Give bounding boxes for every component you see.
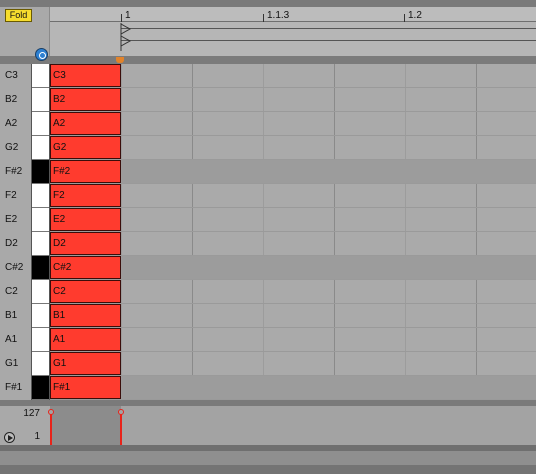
grid-row[interactable] — [50, 88, 536, 112]
midi-note[interactable]: E2 — [50, 208, 121, 231]
note-name-label: E2 — [5, 214, 18, 225]
marker-line-1 — [121, 28, 536, 29]
grid-row[interactable] — [50, 112, 536, 136]
grid-row[interactable] — [50, 280, 536, 304]
playhead-marker[interactable] — [116, 57, 124, 63]
velocity-clip-region — [50, 406, 121, 445]
white-piano-key[interactable] — [32, 136, 49, 160]
white-piano-key[interactable] — [32, 64, 49, 88]
fold-button[interactable]: Fold — [5, 9, 32, 22]
black-piano-key[interactable] — [32, 376, 49, 400]
ruler-tick-1-1-3 — [263, 14, 264, 22]
header-divider — [0, 56, 536, 64]
midi-note[interactable]: C3 — [50, 64, 121, 87]
marker-line-2 — [121, 40, 536, 41]
note-name-label: F#1 — [5, 382, 23, 393]
midi-note[interactable]: B2 — [50, 88, 121, 111]
midi-note[interactable]: G1 — [50, 352, 121, 375]
grid-row[interactable] — [50, 208, 536, 232]
note-name-label: C2 — [5, 286, 18, 297]
ruler-label-1-1-3: 1.1.3 — [267, 10, 290, 21]
ruler-label-1-2: 1.2 — [408, 10, 422, 21]
grid-row[interactable] — [50, 64, 536, 88]
velocity-max-label: 127 — [23, 408, 40, 419]
midi-note[interactable]: F#2 — [50, 160, 121, 183]
velocity-stem[interactable] — [50, 412, 52, 445]
note-name-label: C3 — [5, 70, 18, 81]
note-name-column: C3 B2 A2 G2 F#2 F2 E2 D2 C#2 C2 B1 A1 G1 F#1 — [0, 64, 31, 400]
preview-toggle-icon[interactable] — [35, 48, 48, 61]
grid-row[interactable] — [50, 328, 536, 352]
midi-note[interactable]: C#2 — [50, 256, 121, 279]
white-piano-key[interactable] — [32, 304, 49, 328]
velocity-handle[interactable] — [48, 409, 54, 415]
white-piano-key[interactable] — [32, 280, 49, 304]
start-marker-icon[interactable] — [120, 23, 132, 51]
midi-note[interactable]: C2 — [50, 280, 121, 303]
midi-note[interactable]: F2 — [50, 184, 121, 207]
velocity-stem-end[interactable] — [120, 412, 122, 445]
top-edge-bar — [0, 0, 536, 7]
note-grid[interactable]: C3 B2 A2 G2 F#2 F2 E2 D2 C#2 C2 B1 A1 G1 F#1 — [50, 64, 536, 400]
white-piano-key[interactable] — [32, 112, 49, 136]
note-name-label: C#2 — [5, 262, 24, 273]
midi-note[interactable]: G2 — [50, 136, 121, 159]
grid-row[interactable] — [50, 160, 536, 184]
ruler-label-1: 1 — [125, 10, 131, 21]
ruler-tick-1-2 — [404, 14, 405, 22]
velocity-handle-end[interactable] — [118, 409, 124, 415]
white-piano-key[interactable] — [32, 208, 49, 232]
grid-row[interactable] — [50, 256, 536, 280]
midi-note[interactable]: F#1 — [50, 376, 121, 399]
loop-marker-strip[interactable] — [50, 22, 536, 56]
note-name-label: G1 — [5, 358, 19, 369]
beat-time-ruler[interactable]: 1 1.1.3 1.2 — [50, 7, 536, 22]
black-piano-key[interactable] — [32, 160, 49, 184]
note-name-label: G2 — [5, 142, 19, 153]
ruler-tick-1 — [121, 14, 122, 22]
midi-note[interactable]: A1 — [50, 328, 121, 351]
grid-row[interactable] — [50, 304, 536, 328]
grid-row[interactable] — [50, 376, 536, 400]
white-piano-key[interactable] — [32, 184, 49, 208]
grid-row[interactable] — [50, 136, 536, 160]
black-piano-key[interactable] — [32, 256, 49, 280]
midi-note[interactable]: D2 — [50, 232, 121, 255]
note-name-label: B1 — [5, 310, 18, 321]
note-name-label: D2 — [5, 238, 18, 249]
grid-row[interactable] — [50, 184, 536, 208]
grid-row[interactable] — [50, 232, 536, 256]
white-piano-key[interactable] — [32, 352, 49, 376]
piano-keyboard[interactable] — [31, 64, 50, 400]
grid-row[interactable] — [50, 352, 536, 376]
midi-note[interactable]: B1 — [50, 304, 121, 327]
velocity-min-label: 1 — [34, 431, 40, 442]
note-name-label: F#2 — [5, 166, 23, 177]
white-piano-key[interactable] — [32, 232, 49, 256]
note-name-label: F2 — [5, 190, 17, 201]
note-name-label: A2 — [5, 118, 18, 129]
white-piano-key[interactable] — [32, 88, 49, 112]
white-piano-key[interactable] — [32, 328, 49, 352]
note-name-label: A1 — [5, 334, 18, 345]
horizontal-scrollbar[interactable] — [0, 451, 536, 465]
note-name-label: B2 — [5, 94, 18, 105]
velocity-play-icon[interactable] — [4, 432, 15, 443]
midi-note[interactable]: A2 — [50, 112, 121, 135]
bottom-edge-bar — [0, 465, 536, 474]
